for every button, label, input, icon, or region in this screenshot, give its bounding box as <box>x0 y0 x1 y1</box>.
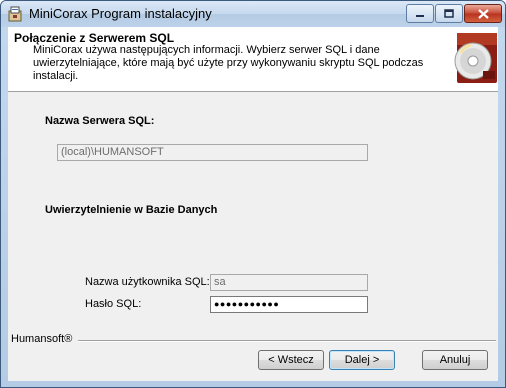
server-heading: Nazwa Serwera SQL: <box>45 115 155 127</box>
brand-label: Humansoft® <box>11 333 73 345</box>
close-icon <box>477 8 489 19</box>
auth-heading: Uwierzytelnienie w Bazie Danych <box>45 204 218 216</box>
username-label: Nazwa użytkownika SQL: <box>85 276 210 288</box>
cd-disc-logo-icon <box>454 33 497 83</box>
minimize-button[interactable] <box>406 4 434 23</box>
title-bar[interactable]: MiniCorax Program instalacyjny <box>1 1 505 27</box>
minimize-icon <box>416 14 424 17</box>
maximize-button[interactable] <box>435 4 463 23</box>
username-field[interactable]: sa <box>210 274 368 291</box>
close-button[interactable] <box>464 4 502 23</box>
installer-window: MiniCorax Program instalacyjny Połączeni… <box>0 0 506 388</box>
banner-title: Połączenie z Serwerem SQL <box>14 31 175 45</box>
installer-icon <box>8 6 22 22</box>
back-button[interactable]: < Wstecz <box>258 350 324 370</box>
banner-description: MiniCorax używa następujących informacji… <box>33 44 424 82</box>
dialog-client: Połączenie z Serwerem SQL MiniCorax używ… <box>8 27 498 381</box>
next-button[interactable]: Dalej > <box>329 350 395 370</box>
password-label: Hasło SQL: <box>85 298 142 310</box>
maximize-icon <box>444 9 454 18</box>
password-field[interactable]: ●●●●●●●●●●● <box>210 296 368 313</box>
server-name-field[interactable]: (local)\HUMANSOFT <box>57 144 368 161</box>
footer-divider <box>78 340 496 342</box>
header-banner: Połączenie z Serwerem SQL MiniCorax używ… <box>8 27 498 92</box>
cancel-button[interactable]: Anuluj <box>422 350 488 370</box>
window-title: MiniCorax Program instalacyjny <box>29 6 212 21</box>
